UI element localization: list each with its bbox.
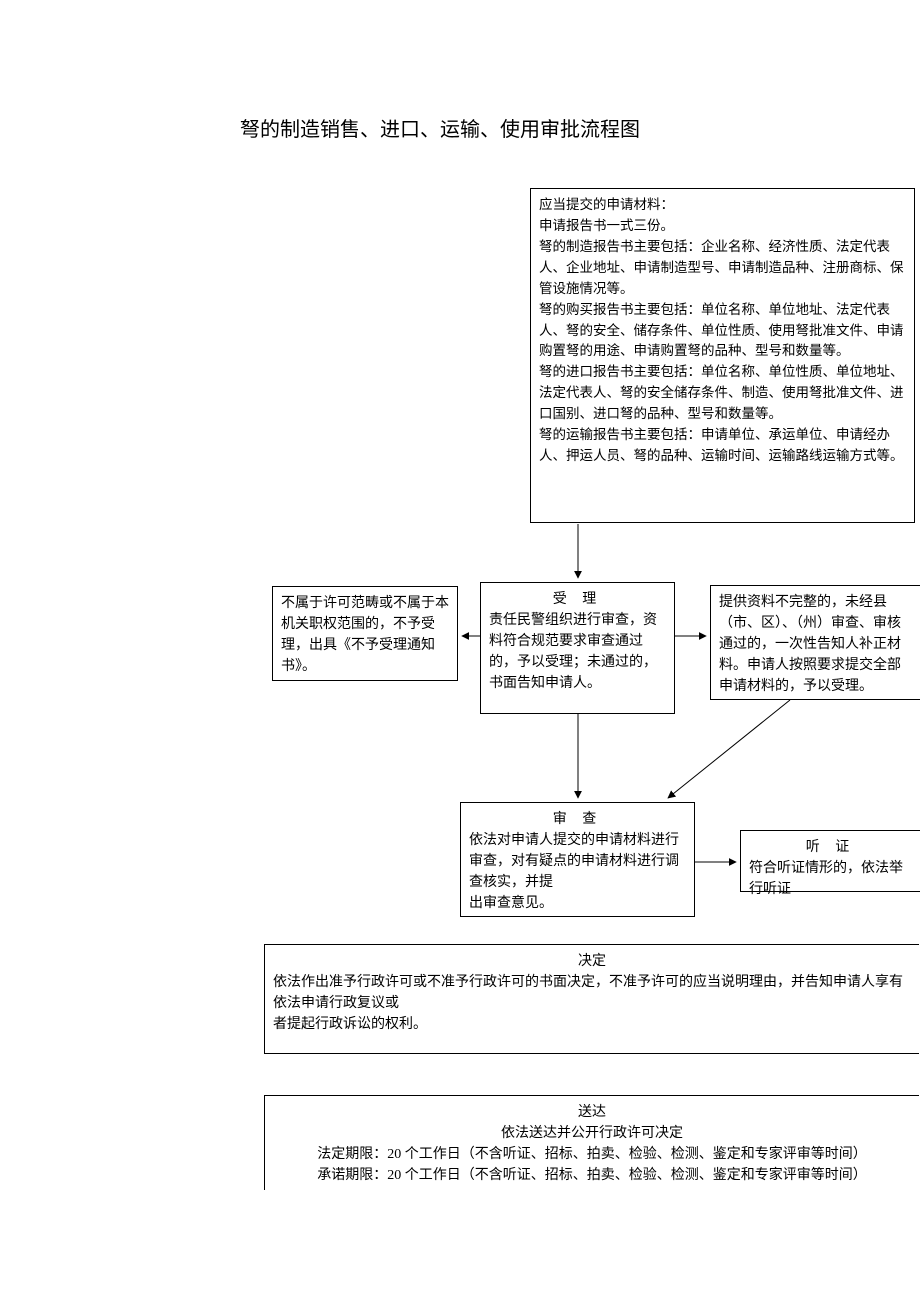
decision-box: 决定 依法作出准予行政许可或不准予行政许可的书面决定，不准予许可的应当说明理由，… [264,944,919,1054]
materials-line: 申请报告书一式三份。 [539,216,906,237]
accept-body: 责任民警组织进行审查，资料符合规范要求审查通过的，予以受理；未通过的，书面告知申… [489,610,666,694]
decision-line: 依法作出准予行政许可或不准予行政许可的书面决定，不准予许可的应当说明理由，并告知… [273,972,911,1014]
review-body: 出审查意见。 [469,893,686,914]
flowchart-page: 弩的制造销售、进口、运输、使用审批流程图 应当提交的申请材料： 申请报告书一式三… [0,0,920,1301]
materials-line: 应当提交的申请材料： [539,195,906,216]
incomplete-box: 提供资料不完整的，未经县（市、区）、（州）审查、审核通过的，一次性告知人补正材料… [710,585,920,700]
hearing-box: 听 证 符合听证情形的，依法举行听证 [740,830,920,892]
decision-line: 者提起行政诉讼的权利。 [273,1014,911,1035]
accept-box: 受 理 责任民警组织进行审查，资料符合规范要求审查通过的，予以受理；未通过的，书… [480,582,675,714]
delivery-header: 送达 [273,1102,911,1123]
reject-box: 不属于许可范畴或不属于本机关职权范围的，不予受理，出具《不予受理通知书》。 [272,586,458,681]
decision-header: 决定 [273,951,911,972]
accept-header: 受 理 [489,589,666,610]
review-body: 依法对申请人提交的申请材料进行审查，对有疑点的申请材料进行调查核实，并提 [469,830,686,893]
review-box: 审 查 依法对申请人提交的申请材料进行审查，对有疑点的申请材料进行调查核实，并提… [460,802,695,917]
materials-box: 应当提交的申请材料： 申请报告书一式三份。 弩的制造报告书主要包括：企业名称、经… [530,188,915,523]
materials-line: 弩的购买报告书主要包括：单位名称、单位地址、法定代表人、弩的安全、储存条件、单位… [539,300,906,363]
review-header: 审 查 [469,809,686,830]
delivery-line: 承诺期限：20 个工作日（不含听证、招标、拍卖、检验、检测、鉴定和专家评审等时间… [273,1165,911,1186]
delivery-box: 送达 依法送达并公开行政许可决定 法定期限：20 个工作日（不含听证、招标、拍卖… [264,1095,919,1190]
delivery-line: 依法送达并公开行政许可决定 [273,1123,911,1144]
delivery-line: 法定期限：20 个工作日（不含听证、招标、拍卖、检验、检测、鉴定和专家评审等时间… [273,1144,911,1165]
page-title: 弩的制造销售、进口、运输、使用审批流程图 [0,115,880,145]
materials-line: 弩的制造报告书主要包括：企业名称、经济性质、法定代表人、企业地址、申请制造型号、… [539,237,906,300]
materials-line: 弩的运输报告书主要包括：申请单位、承运单位、申请经办人、押运人员、弩的品种、运输… [539,425,906,467]
materials-line: 弩的进口报告书主要包括：单位名称、单位性质、单位地址、法定代表人、弩的安全储存条… [539,362,906,425]
hearing-body: 符合听证情形的，依法举行听证 [749,858,912,900]
hearing-header: 听 证 [749,837,912,858]
